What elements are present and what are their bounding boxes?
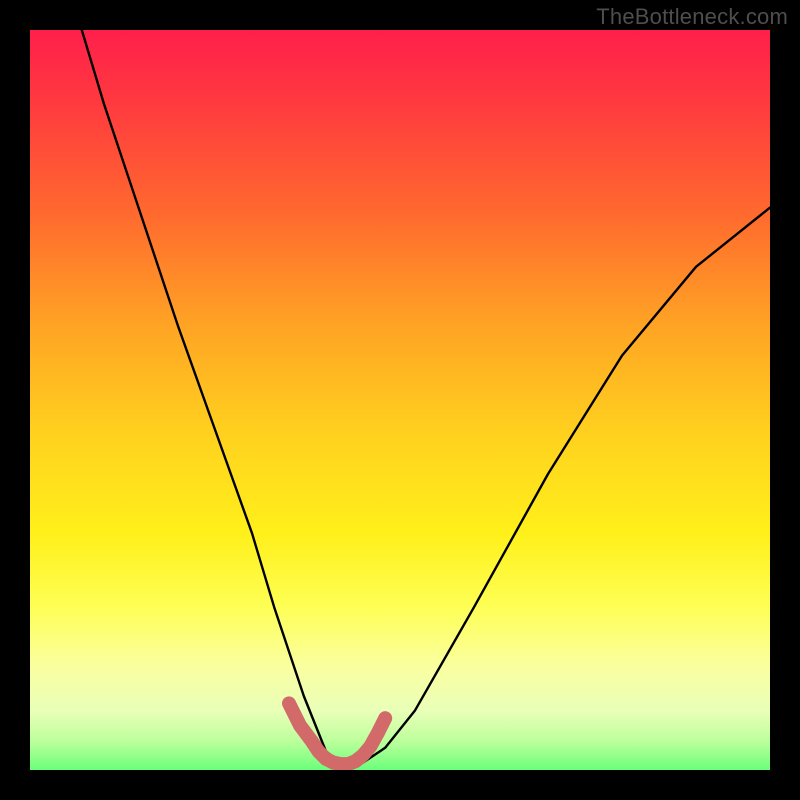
curve-svg <box>30 30 770 770</box>
chart-frame: TheBottleneck.com <box>0 0 800 800</box>
bottleneck-curve <box>82 30 770 766</box>
plot-area <box>30 30 770 770</box>
watermark-label: TheBottleneck.com <box>596 4 788 30</box>
trough-highlight <box>289 703 385 764</box>
